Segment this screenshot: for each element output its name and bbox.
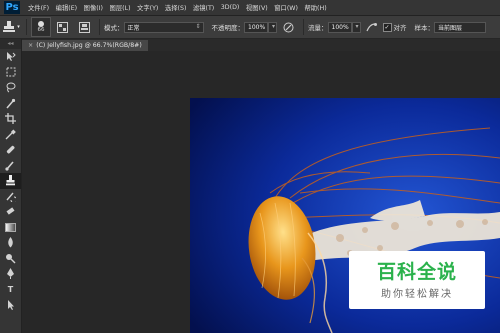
pen-tool[interactable] [0, 266, 21, 282]
clone-source-icon [78, 21, 90, 33]
dodge-icon [6, 253, 16, 264]
lasso-icon [6, 82, 16, 93]
tool-preset-picker[interactable]: ▾ [0, 18, 22, 36]
menu-file[interactable]: 文件(F) [28, 3, 49, 12]
eraser-tool[interactable] [0, 204, 21, 220]
type-t-icon: T [7, 284, 14, 294]
brush-icon [5, 161, 14, 171]
healing-tool[interactable] [0, 142, 21, 158]
brush-panel-toggle[interactable] [55, 20, 69, 34]
menu-select[interactable]: 选择(S) [165, 3, 187, 12]
flow-dropdown[interactable]: ▾ [351, 21, 361, 33]
bandage-icon [6, 146, 15, 154]
align-checkbox[interactable]: ✓ [382, 22, 392, 32]
crop-icon [5, 113, 16, 125]
flow-label: 流量： [308, 24, 328, 32]
chevron-updown-icon: ⇕ [195, 22, 201, 30]
chevron-down-icon: ▾ [355, 22, 359, 30]
dodge-tool[interactable] [0, 251, 21, 267]
menu-window[interactable]: 窗口(W) [274, 3, 298, 12]
droplet-icon [8, 237, 13, 248]
mode-select[interactable]: 正常 ⇕ [123, 21, 204, 33]
options-bar: ▾ 66 模式： 正常 ⇕ 不透明度： 100% ▾ 流量： 100% ▾ ✓ … [0, 16, 500, 39]
opacity-value: 100% [248, 23, 266, 31]
brush-size-value: 66 [37, 27, 45, 33]
marquee-tool[interactable] [0, 65, 21, 81]
marquee-icon [6, 67, 15, 77]
clone-stamp-icon [3, 21, 16, 32]
sample-label: 样本： [414, 24, 435, 32]
brush-tool[interactable] [0, 158, 21, 174]
menu-3d[interactable]: 3D(D) [221, 4, 240, 11]
divider [26, 19, 27, 35]
eyedropper-icon [5, 129, 16, 140]
mode-label: 模式： [104, 24, 124, 32]
path-select-icon [8, 300, 14, 311]
watermark-subtitle: 助你轻松解决 [381, 288, 453, 300]
opacity-dropdown[interactable]: ▾ [268, 21, 277, 33]
pen-icon [7, 268, 14, 280]
chevron-down-icon: ▾ [17, 24, 20, 30]
menu-help[interactable]: 帮助(H) [304, 3, 326, 12]
close-icon[interactable]: × [28, 42, 33, 49]
clone-source-panel-toggle[interactable] [77, 20, 91, 34]
document-tab-title: (C) Jellyfish.jpg @ 66.7%(RGB/8#) [36, 42, 142, 49]
sample-select[interactable]: 当前图层 [434, 21, 486, 33]
align-label: 对齐 [393, 24, 407, 32]
airbrush-toggle[interactable] [365, 20, 379, 34]
menu-edit[interactable]: 编辑(E) [56, 3, 78, 12]
menu-bar: Ps 文件(F) 编辑(E) 图像(I) 图层(L) 文字(Y) 选择(S) 滤… [0, 0, 500, 16]
mode-value: 正常 [127, 24, 140, 32]
watermark-badge: 百科全说 助你轻松解决 [349, 251, 485, 309]
opacity-label: 不透明度： [211, 24, 245, 32]
menu-filter[interactable]: 滤镜(T) [193, 3, 214, 12]
clone-stamp-icon [6, 175, 15, 186]
quick-select-icon [6, 98, 16, 109]
move-icon [7, 52, 16, 62]
opacity-input[interactable]: 100% [244, 21, 268, 33]
menu-layer[interactable]: 图层(L) [110, 3, 131, 12]
sample-value: 当前图层 [438, 24, 463, 32]
menu-image[interactable]: 图像(I) [84, 3, 103, 12]
pen-pressure-icon [283, 22, 293, 32]
document-tab[interactable]: × (C) Jellyfish.jpg @ 66.7%(RGB/8#) [22, 40, 148, 51]
photoshop-logo: Ps [4, 1, 20, 14]
flow-value: 100% [331, 23, 349, 31]
menu-type[interactable]: 文字(Y) [137, 3, 158, 12]
quick-select-tool[interactable] [0, 96, 21, 112]
move-tool[interactable] [0, 49, 21, 65]
gradient-tool[interactable] [0, 220, 21, 236]
menu-view[interactable]: 视图(V) [246, 3, 268, 12]
flow-input[interactable]: 100% [327, 21, 352, 33]
eraser-icon [6, 207, 15, 215]
clone-stamp-tool[interactable] [0, 173, 21, 189]
lasso-tool[interactable] [0, 80, 21, 96]
path-select-tool[interactable] [0, 297, 21, 313]
airbrush-icon [365, 22, 377, 31]
type-tool[interactable]: T [0, 282, 21, 298]
blur-tool[interactable] [0, 235, 21, 251]
chevron-down-icon: ▾ [271, 22, 275, 30]
crop-tool[interactable] [0, 111, 21, 127]
history-brush-tool[interactable] [0, 189, 21, 205]
pressure-opacity-toggle[interactable] [281, 20, 295, 34]
watermark-title: 百科全说 [376, 260, 457, 283]
history-brush-icon [6, 192, 16, 202]
tools-panel: ◂◂ T [0, 39, 22, 333]
collapse-arrows-icon[interactable]: ◂◂ [0, 39, 21, 49]
brush-size-picker[interactable]: 66 [31, 17, 51, 37]
divider [303, 19, 304, 35]
brush-panel-icon [56, 21, 68, 33]
document-tab-bar: × (C) Jellyfish.jpg @ 66.7%(RGB/8#) [22, 39, 500, 51]
gradient-icon [5, 222, 16, 232]
eyedropper-tool[interactable] [0, 127, 21, 143]
divider [99, 19, 100, 35]
